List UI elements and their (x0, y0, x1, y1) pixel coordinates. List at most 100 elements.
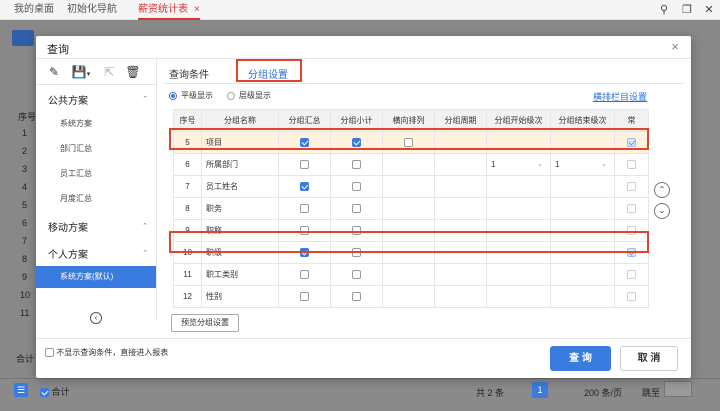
sum-checkbox[interactable]: 合计 (40, 385, 70, 398)
table-row[interactable]: 12 性别 (173, 285, 649, 308)
common-checkbox[interactable] (627, 160, 636, 170)
bg-row-label: 4 (22, 182, 28, 192)
bg-row-label: 11 (20, 308, 30, 318)
tab-salary-report[interactable]: 薪资统计表 × (138, 0, 200, 20)
divider (36, 338, 691, 339)
common-checkbox[interactable] (627, 292, 636, 302)
radio-flat[interactable] (169, 91, 177, 100)
group-personal[interactable]: 个人方案 (48, 246, 88, 261)
common-cell (614, 285, 649, 308)
edit-icon[interactable]: ✎ (46, 64, 62, 80)
skip-conditions-label: 不显示查询条件，直接进入报表 (56, 348, 169, 357)
chevron-up-icon[interactable]: ⌃ (142, 249, 148, 257)
cell-no: 8 (173, 197, 202, 220)
common-checkbox[interactable] (627, 270, 636, 280)
group-subtotal-checkbox[interactable] (352, 270, 361, 280)
scheme-monthly[interactable]: 月度汇总 (60, 193, 92, 204)
horizontal-cell (382, 263, 435, 286)
move-up-icon[interactable]: ⌃ (654, 182, 670, 198)
cell-period (434, 175, 487, 198)
group-start-level-select[interactable]: 1 ⌄ (491, 160, 543, 169)
horizontal-column-settings-link[interactable]: 横排栏目设置 (593, 90, 647, 103)
radio-tree[interactable] (227, 91, 235, 100)
group-start-level-cell (486, 175, 551, 198)
display-flat-option[interactable]: 平级显示 (169, 90, 213, 101)
scheme-department[interactable]: 部门汇总 (60, 143, 92, 154)
group-start-level-cell (486, 285, 551, 308)
group-subtotal-checkbox[interactable] (352, 292, 361, 302)
group-subtotal-cell (330, 197, 383, 220)
page-1[interactable]: 1 (532, 382, 548, 398)
save-dropdown-icon[interactable]: 💾▾ (70, 64, 92, 80)
collapse-panel-icon[interactable]: ‹ (90, 312, 102, 324)
jump-input[interactable] (664, 381, 692, 397)
list-icon[interactable]: ☰ (14, 383, 28, 397)
group-public[interactable]: 公共方案 (48, 92, 88, 107)
group-sum-checkbox[interactable] (300, 182, 309, 192)
skip-conditions-option[interactable]: 不显示查询条件，直接进入报表 (45, 347, 168, 358)
group-sum-checkbox[interactable] (300, 204, 309, 214)
move-down-icon[interactable]: ⌄ (654, 203, 670, 219)
group-subtotal-cell (330, 285, 383, 308)
display-tree-label: 层级显示 (239, 91, 271, 100)
tab-query-conditions[interactable]: 查询条件 (169, 66, 209, 81)
copy-icon[interactable]: ❐ (680, 3, 694, 17)
display-tree-option[interactable]: 层级显示 (227, 90, 271, 101)
close-icon[interactable]: ✕ (702, 3, 716, 17)
group-subtotal-checkbox[interactable] (352, 182, 361, 192)
dialog-close-icon[interactable]: × (671, 39, 679, 54)
skip-conditions-checkbox[interactable] (45, 348, 54, 358)
group-subtotal-checkbox[interactable] (352, 204, 361, 214)
tab-init-nav[interactable]: 初始化导航 (67, 0, 117, 20)
common-cell (614, 263, 649, 286)
sum-checkbox-label: 合计 (51, 387, 70, 397)
search-icon[interactable]: ⚲ (657, 3, 671, 17)
common-checkbox[interactable] (627, 204, 636, 214)
page-size-select[interactable]: 200 条/页 (584, 386, 622, 399)
group-sum-cell (278, 175, 331, 198)
preview-group-settings-button[interactable]: 预览分组设置 (171, 314, 239, 332)
cell-no: 7 (173, 175, 202, 198)
group-subtotal-cell (330, 263, 383, 286)
bg-row-label: 2 (22, 146, 28, 156)
group-end-level-cell (550, 197, 615, 220)
divider (164, 83, 684, 84)
group-end-level-value: 1 (555, 160, 560, 169)
common-checkbox[interactable] (627, 182, 636, 192)
table-row[interactable]: 7 员工姓名 (173, 175, 649, 198)
group-end-level-select[interactable]: 1 ⌄ (555, 160, 607, 169)
bg-row-label: 9 (22, 272, 28, 282)
export-icon[interactable]: ⇱ (101, 64, 117, 80)
cell-group-name: 性别 (201, 285, 279, 308)
scheme-system[interactable]: 系统方案 (60, 118, 92, 129)
table-row[interactable]: 8 职务 (173, 197, 649, 220)
group-mobile[interactable]: 移动方案 (48, 219, 88, 234)
table-row[interactable]: 11 职工类别 (173, 263, 649, 286)
common-cell (614, 175, 649, 198)
query-button[interactable]: 查 询 (550, 346, 611, 371)
group-start-level-cell (486, 197, 551, 220)
group-end-level-cell: 1 ⌄ (550, 153, 615, 176)
scheme-panel: ✎ 💾▾ ⇱ 🗑 公共方案 ⌃ 系统方案 部门汇总 员工汇总 月度汇总 移动方案… (36, 59, 157, 324)
table-row[interactable]: 6 所属部门 1 ⌄ 1 ⌄ (173, 153, 649, 176)
highlight-box-row-5 (169, 128, 649, 150)
cancel-button[interactable]: 取 消 (620, 346, 678, 371)
group-sum-checkbox[interactable] (300, 160, 309, 170)
scheme-employee[interactable]: 员工汇总 (60, 168, 92, 179)
query-dialog: 查询 × ✎ 💾▾ ⇱ 🗑 公共方案 ⌃ 系统方案 部门汇总 员工汇总 月度汇总… (36, 36, 691, 378)
group-subtotal-checkbox[interactable] (352, 160, 361, 170)
tab-bar: 我的桌面 初始化导航 薪资统计表 × ⚲ ❐ ✕ (0, 0, 720, 20)
tab-desktop[interactable]: 我的桌面 (14, 0, 54, 20)
cell-group-name: 职工类别 (201, 263, 279, 286)
scheme-personal-default[interactable]: 系统方案(默认) (36, 266, 156, 288)
delete-icon[interactable]: 🗑 (125, 64, 141, 80)
tab-close-icon[interactable]: × (194, 4, 200, 15)
chevron-up-icon[interactable]: ⌃ (142, 95, 148, 103)
bg-row-label: 8 (22, 254, 28, 264)
bg-sum-label: 合计 (16, 354, 35, 364)
group-sum-checkbox[interactable] (300, 292, 309, 302)
group-sum-checkbox[interactable] (300, 270, 309, 280)
tab-salary-report-label: 薪资统计表 (138, 4, 188, 15)
chevron-up-icon[interactable]: ⌃ (142, 222, 148, 230)
highlight-box-row-10 (169, 231, 649, 253)
